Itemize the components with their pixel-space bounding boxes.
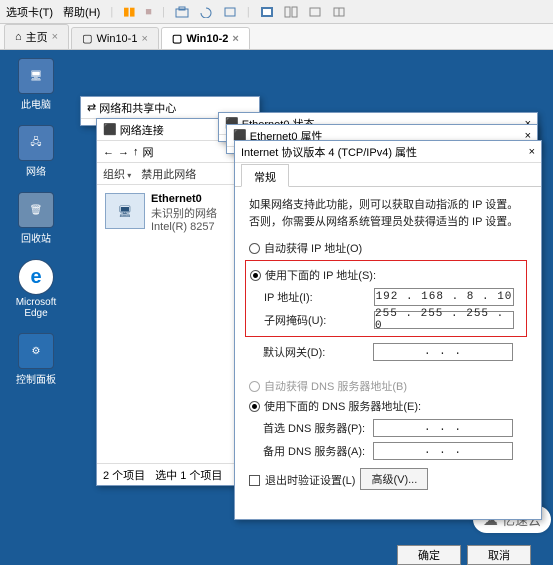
- edge-icon: e: [18, 259, 54, 295]
- radio-manual-dns[interactable]: 使用下面的 DNS 服务器地址(E):: [249, 398, 527, 414]
- validate-checkbox[interactable]: [249, 475, 260, 486]
- adapter-name: Ethernet0: [151, 193, 217, 205]
- desktop-icon-network[interactable]: 🖧 网络: [8, 125, 64, 178]
- tab-label: Win10-2: [186, 33, 228, 45]
- label-subnet-mask: 子网掩码(U):: [264, 312, 374, 328]
- gateway-input[interactable]: . . .: [373, 343, 513, 361]
- radio-label: 使用下面的 IP 地址(S):: [265, 267, 376, 283]
- pc-icon: 🖥: [18, 58, 54, 94]
- menu-options[interactable]: 选项卡(T): [6, 4, 53, 20]
- status-bar: 2 个项目 选中 1 个项目: [97, 463, 250, 485]
- manage-icon[interactable]: [223, 6, 237, 18]
- radio-label: 使用下面的 DNS 服务器地址(E):: [264, 398, 421, 414]
- label-dns-alternate: 备用 DNS 服务器(A):: [263, 443, 373, 459]
- share-icon: ⇄: [87, 101, 96, 114]
- radio-manual-ip[interactable]: 使用下面的 IP 地址(S):: [250, 267, 522, 283]
- vm-icon: ▢: [172, 32, 182, 45]
- toolbar: 组织 禁用此网络: [97, 163, 250, 185]
- pause-icon[interactable]: ▮▮: [123, 5, 135, 18]
- label-dns-preferred: 首选 DNS 服务器(P):: [263, 420, 373, 436]
- app-toolbar: 选项卡(T) 帮助(H) | ▮▮ ■ | |: [0, 0, 553, 24]
- ok-button[interactable]: 确定: [397, 545, 461, 565]
- title: Internet 协议版本 4 (TCP/IPv4) 属性: [241, 144, 529, 160]
- organize-menu[interactable]: 组织: [103, 166, 131, 182]
- adapter-item[interactable]: Ethernet0 未识别的网络 Intel(R) 8257: [151, 193, 217, 233]
- window-network-connections[interactable]: ⬛ 网络连接 ←→↑网 组织 禁用此网络 🖥 Ethernet0 未识别的网络 …: [96, 118, 251, 486]
- disable-button[interactable]: 禁用此网络: [141, 166, 196, 182]
- close-icon[interactable]: ×: [232, 33, 238, 45]
- tab-home[interactable]: ⌂ 主页 ×: [4, 24, 69, 49]
- trash-icon: 🗑: [18, 192, 54, 228]
- item-count: 2 个项目: [103, 467, 145, 483]
- highlight-box: 使用下面的 IP 地址(S): IP 地址(I):192 . 168 . 8 .…: [245, 260, 527, 337]
- label-gateway: 默认网关(D):: [263, 344, 373, 360]
- fullscreen-icon[interactable]: [260, 6, 274, 18]
- radio-auto-ip[interactable]: 自动获得 IP 地址(O): [249, 240, 527, 256]
- tab-label: 主页: [26, 29, 48, 45]
- network-icon: ⬛: [103, 123, 117, 136]
- adapter-icon[interactable]: 🖥: [105, 193, 145, 229]
- subnet-mask-input[interactable]: 255 . 255 . 255 . 0: [374, 311, 514, 329]
- icon-label: 回收站: [21, 230, 51, 245]
- network-icon: 🖧: [18, 125, 54, 161]
- dialog-buttons: 确定 取消: [397, 545, 531, 565]
- radio-label: 自动获得 DNS 服务器地址(B): [264, 378, 407, 394]
- desktop-icon-edge[interactable]: eMicrosoft Edge: [8, 259, 64, 319]
- icon-label: Microsoft Edge: [8, 297, 64, 319]
- tab-bar: ⌂ 主页 × ▢ Win10-1 × ▢ Win10-2 ×: [0, 24, 553, 50]
- tab-win10-2[interactable]: ▢ Win10-2 ×: [161, 27, 250, 49]
- desktop-icon-this-pc[interactable]: 🖥 此电脑: [8, 58, 64, 111]
- checkbox-label: 退出时验证设置(L): [265, 472, 355, 488]
- window-ipv4-properties[interactable]: Internet 协议版本 4 (TCP/IPv4) 属性 × 常规 如果网络支…: [234, 140, 542, 520]
- path: 网: [143, 144, 154, 160]
- forward-icon[interactable]: →: [118, 146, 129, 158]
- stop-icon[interactable]: ■: [145, 6, 152, 18]
- settings-icon: ⚙: [18, 333, 54, 369]
- tab-general[interactable]: 常规: [241, 164, 289, 187]
- close-icon[interactable]: ×: [529, 146, 535, 158]
- advanced-button[interactable]: 高级(V)...: [360, 468, 428, 490]
- desktop-icon-recycle-bin[interactable]: 🗑 回收站: [8, 192, 64, 245]
- home-icon: ⌂: [15, 31, 22, 43]
- tab-win10-1[interactable]: ▢ Win10-1 ×: [71, 27, 159, 49]
- view-icon-1[interactable]: [308, 6, 322, 18]
- dns-alternate-input[interactable]: . . .: [373, 442, 513, 460]
- desktop-icon-control-panel[interactable]: ⚙ 控制面板: [8, 333, 64, 386]
- close-icon[interactable]: ×: [141, 33, 147, 45]
- view-icon-2[interactable]: [332, 6, 346, 18]
- unity-icon[interactable]: [284, 6, 298, 18]
- cancel-button[interactable]: 取消: [467, 545, 531, 565]
- icon-label: 网络: [26, 163, 46, 178]
- up-icon[interactable]: ↑: [133, 146, 139, 158]
- label-ip: IP 地址(I):: [264, 289, 374, 305]
- tab-strip: 常规: [235, 163, 541, 187]
- selected-count: 选中 1 个项目: [155, 467, 222, 483]
- radio-auto-dns: 自动获得 DNS 服务器地址(B): [249, 378, 527, 394]
- vm-icon: ▢: [82, 32, 92, 45]
- description-text: 如果网络支持此功能，则可以获取自动指派的 IP 设置。否则，你需要从网络系统管理…: [249, 197, 527, 230]
- ip-address-input[interactable]: 192 . 168 . 8 . 10: [374, 288, 514, 306]
- close-icon[interactable]: ×: [52, 31, 58, 43]
- snapshot-icon[interactable]: [175, 6, 189, 18]
- icon-label: 此电脑: [21, 96, 51, 111]
- dns-preferred-input[interactable]: . . .: [373, 419, 513, 437]
- adapter-status: 未识别的网络: [151, 205, 217, 221]
- adapter-device: Intel(R) 8257: [151, 221, 217, 233]
- adapter-list: 🖥 Ethernet0 未识别的网络 Intel(R) 8257: [97, 185, 250, 241]
- revert-icon[interactable]: [199, 6, 213, 18]
- back-icon[interactable]: ←: [103, 146, 114, 158]
- radio-label: 自动获得 IP 地址(O): [264, 240, 362, 256]
- menu-help[interactable]: 帮助(H): [63, 4, 100, 20]
- tab-label: Win10-1: [97, 33, 138, 45]
- icon-label: 控制面板: [16, 371, 56, 386]
